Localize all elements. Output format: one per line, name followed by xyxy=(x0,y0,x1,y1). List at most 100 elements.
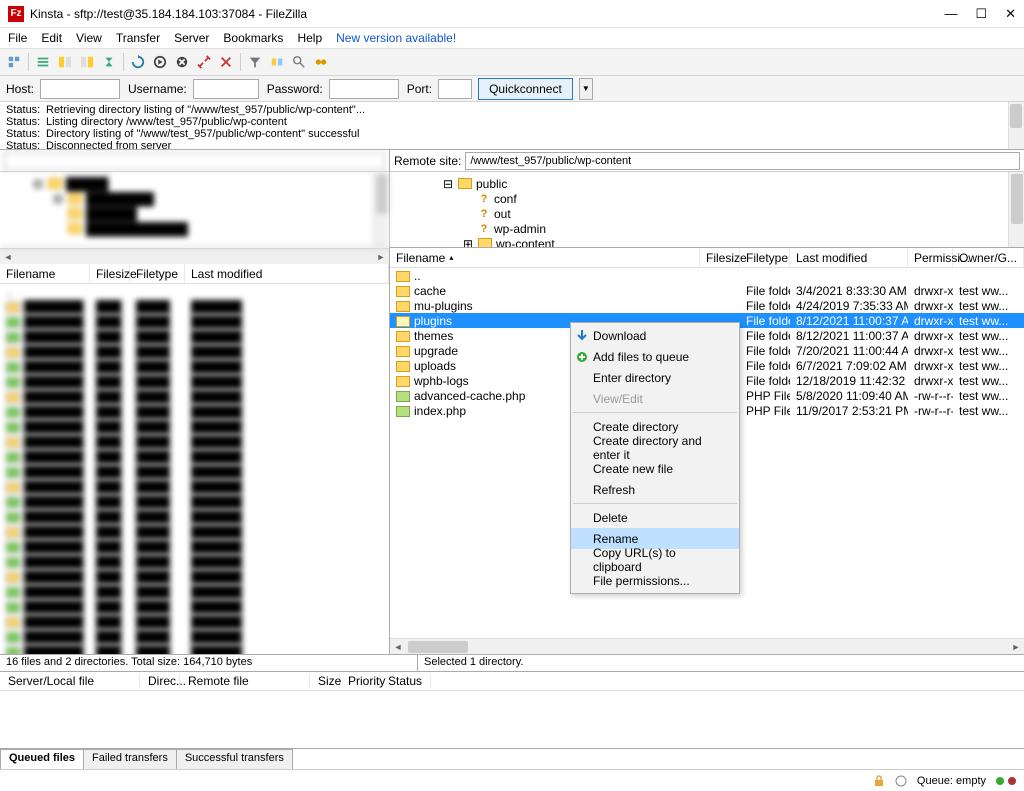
cancel-icon[interactable] xyxy=(172,52,192,72)
quickconnect-dropdown[interactable]: ▼ xyxy=(579,78,593,100)
menu-view[interactable]: View xyxy=(76,31,102,45)
window-title: Kinsta - sftp://test@35.184.184.103:3708… xyxy=(30,7,944,21)
col-size[interactable]: Size xyxy=(310,674,340,688)
username-input[interactable] xyxy=(193,79,259,99)
ctx-file-permissions-[interactable]: File permissions... xyxy=(571,570,739,591)
filter-icon[interactable] xyxy=(245,52,265,72)
context-menu: DownloadAdd files to queueEnter director… xyxy=(570,322,740,594)
quickconnect-bar: Host: Username: Password: Port: Quickcon… xyxy=(0,76,1024,102)
remote-list-header[interactable]: Filename Filesize Filetype Last modified… xyxy=(390,248,1024,268)
process-queue-icon[interactable] xyxy=(150,52,170,72)
tree-node[interactable]: ?conf xyxy=(392,191,1022,206)
pane-status: 16 files and 2 directories. Total size: … xyxy=(0,655,1024,671)
local-tree-scrollbar[interactable] xyxy=(373,172,389,247)
file-row[interactable]: cacheFile folder3/4/2021 8:33:30 AMdrwxr… xyxy=(390,283,1024,298)
activity-dot-green xyxy=(996,777,1004,785)
disconnect-icon[interactable] xyxy=(194,52,214,72)
tree-node[interactable]: ⊞wp-content xyxy=(392,236,1022,248)
local-file-list[interactable]: .. █████████████████████████████████████… xyxy=(0,284,389,654)
local-path-input[interactable] xyxy=(4,152,385,170)
queue-list[interactable] xyxy=(0,691,1024,749)
col-filesize[interactable]: Filesize xyxy=(700,248,740,267)
remote-tree[interactable]: ⊟public?conf?out?wp-admin⊞wp-content?wp-… xyxy=(390,172,1024,248)
sitemanager-icon[interactable] xyxy=(4,52,24,72)
menu-help[interactable]: Help xyxy=(297,31,322,45)
col-filetype[interactable]: Filetype xyxy=(740,248,790,267)
col-direction[interactable]: Direc... xyxy=(140,674,180,688)
log-scrollbar[interactable] xyxy=(1008,102,1024,149)
refresh-icon[interactable] xyxy=(128,52,148,72)
host-input[interactable] xyxy=(40,79,120,99)
minimize-button[interactable]: — xyxy=(944,6,957,22)
search-icon[interactable] xyxy=(311,52,331,72)
remote-file-list[interactable]: ..cacheFile folder3/4/2021 8:33:30 AMdrw… xyxy=(390,268,1024,638)
col-filetype[interactable]: Filetype xyxy=(130,264,185,283)
local-pane: ⊟█████ ⊟████████ ██████ ████████████ ◄► … xyxy=(0,150,390,654)
local-tree-hscroll[interactable]: ◄► xyxy=(0,248,389,264)
remote-list-hscroll[interactable]: ◄► xyxy=(390,638,1024,654)
toggle-tree-icon[interactable] xyxy=(55,52,75,72)
col-status[interactable]: Status xyxy=(380,674,431,688)
tree-node[interactable]: ?out xyxy=(392,206,1022,221)
new-version-link[interactable]: New version available! xyxy=(336,31,456,45)
col-filename[interactable]: Filename xyxy=(390,248,700,267)
col-permissions[interactable]: Permissi... xyxy=(908,248,953,267)
file-row[interactable]: mu-pluginsFile folder4/24/2019 7:35:33 A… xyxy=(390,298,1024,313)
password-input[interactable] xyxy=(329,79,399,99)
col-remote-file[interactable]: Remote file xyxy=(180,674,310,688)
reconnect-icon[interactable] xyxy=(216,52,236,72)
col-priority[interactable]: Priority xyxy=(340,674,380,688)
local-list-header[interactable]: Filename Filesize Filetype Last modified xyxy=(0,264,389,284)
message-log[interactable]: Status:Retrieving directory listing of "… xyxy=(0,102,1024,150)
col-owner[interactable]: Owner/G... xyxy=(953,248,1024,267)
tab-successful[interactable]: Successful transfers xyxy=(176,749,293,769)
menu-bookmarks[interactable]: Bookmarks xyxy=(223,31,283,45)
toggle-log-icon[interactable] xyxy=(33,52,53,72)
ctx-copy-url-s-to-clipboard[interactable]: Copy URL(s) to clipboard xyxy=(571,549,739,570)
log-label: Status: xyxy=(6,116,36,128)
statusbar: Queue: empty xyxy=(0,769,1024,791)
maximize-button[interactable]: ☐ xyxy=(975,6,987,22)
ctx-add-files-to-queue[interactable]: Add files to queue xyxy=(571,346,739,367)
col-filesize[interactable]: Filesize xyxy=(90,264,130,283)
ctx-create-directory-and-enter-it[interactable]: Create directory and enter it xyxy=(571,437,739,458)
menu-file[interactable]: File xyxy=(8,31,27,45)
col-lastmodified[interactable]: Last modified xyxy=(790,248,908,267)
titlebar: Fz Kinsta - sftp://test@35.184.184.103:3… xyxy=(0,0,1024,28)
password-label: Password: xyxy=(267,82,323,96)
ctx-delete[interactable]: Delete xyxy=(571,507,739,528)
port-input[interactable] xyxy=(438,79,472,99)
remote-site-label: Remote site: xyxy=(394,154,461,168)
col-server-local[interactable]: Server/Local file xyxy=(0,674,140,688)
ctx-enter-directory[interactable]: Enter directory xyxy=(571,367,739,388)
tree-node[interactable]: ?wp-admin xyxy=(392,221,1022,236)
toggle-remote-tree-icon[interactable] xyxy=(77,52,97,72)
compare-icon[interactable] xyxy=(267,52,287,72)
ctx-refresh[interactable]: Refresh xyxy=(571,479,739,500)
remote-pane: Remote site: ⊟public?conf?out?wp-admin⊞w… xyxy=(390,150,1024,654)
tab-failed[interactable]: Failed transfers xyxy=(83,749,177,769)
local-status: 16 files and 2 directories. Total size: … xyxy=(0,655,418,671)
sync-browse-icon[interactable] xyxy=(289,52,309,72)
close-button[interactable]: ✕ xyxy=(1005,6,1016,22)
log-text: Listing directory /www/test_957/public/w… xyxy=(46,116,287,128)
remote-path-input[interactable] xyxy=(465,152,1020,170)
menu-edit[interactable]: Edit xyxy=(41,31,62,45)
file-row[interactable]: .. xyxy=(390,268,1024,283)
ctx-download[interactable]: Download xyxy=(571,325,739,346)
remote-tree-scrollbar[interactable] xyxy=(1008,172,1024,247)
ctx-create-new-file[interactable]: Create new file xyxy=(571,458,739,479)
queue-empty-icon xyxy=(895,775,907,787)
tree-node[interactable]: ⊟public xyxy=(392,176,1022,191)
quickconnect-button[interactable]: Quickconnect xyxy=(478,78,573,100)
log-label: Status: xyxy=(6,104,36,116)
menu-server[interactable]: Server xyxy=(174,31,209,45)
tab-queued[interactable]: Queued files xyxy=(0,749,84,769)
local-tree[interactable]: ⊟█████ ⊟████████ ██████ ████████████ xyxy=(0,172,389,248)
queue-header[interactable]: Server/Local file Direc... Remote file S… xyxy=(0,671,1024,691)
menubar: File Edit View Transfer Server Bookmarks… xyxy=(0,28,1024,48)
toggle-queue-icon[interactable] xyxy=(99,52,119,72)
col-filename[interactable]: Filename xyxy=(0,264,90,283)
menu-transfer[interactable]: Transfer xyxy=(116,31,160,45)
col-lastmodified[interactable]: Last modified xyxy=(185,264,389,283)
